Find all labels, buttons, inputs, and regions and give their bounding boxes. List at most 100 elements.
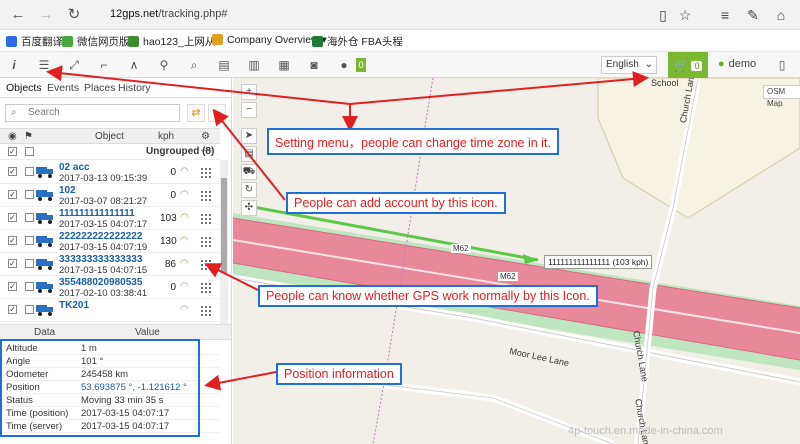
object-name: 333333333333333 xyxy=(59,254,143,265)
truck-icon xyxy=(36,167,54,178)
object-follow-checkbox[interactable] xyxy=(25,213,34,222)
object-follow-checkbox[interactable] xyxy=(25,282,34,291)
company-icon xyxy=(212,34,223,45)
group-visible-checkbox[interactable]: ✓ xyxy=(8,147,17,156)
scrollbar-thumb[interactable] xyxy=(221,178,227,273)
settings-sliders-icon[interactable]: ☰ xyxy=(34,55,54,75)
report-icon[interactable]: ▤ xyxy=(214,55,234,75)
tab-events[interactable]: Events xyxy=(47,82,79,94)
object-menu-icon[interactable] xyxy=(200,236,211,247)
object-visible-checkbox[interactable]: ✓ xyxy=(8,167,17,176)
object-row[interactable]: ✓ 222222222222222 2017-03-15 04:07:19 130 ◠ xyxy=(0,230,220,253)
object-row[interactable]: ✓ 102 2017-03-07 08:21:27 0 ◠ xyxy=(0,184,220,207)
object-name: TK201 xyxy=(59,300,90,311)
group-toggle[interactable]: — xyxy=(201,145,211,156)
visibility-eye-icon[interactable]: ◉ xyxy=(8,131,17,142)
object-row[interactable]: ✓ TK201 ◠ xyxy=(0,299,220,322)
route-icon[interactable]: ∧ xyxy=(124,55,144,75)
object-follow-checkbox[interactable] xyxy=(25,190,34,199)
fullscreen-icon[interactable]: ⤢ xyxy=(64,55,84,75)
watermark: 4p-touch.en.made-in-china.com xyxy=(568,425,723,437)
note-icon[interactable]: ✎ xyxy=(744,6,762,24)
road-button[interactable]: ⛟ xyxy=(241,164,257,180)
group-row[interactable]: ✓ Ungrouped (8) — xyxy=(0,144,220,160)
crosshair-button[interactable]: ✣ xyxy=(241,200,257,216)
object-name: 222222222222222 xyxy=(59,231,143,242)
group-follow-checkbox[interactable] xyxy=(25,147,34,156)
object-row[interactable]: ✓ 02 acc 2017-03-13 09:15:39 0 ◠ xyxy=(0,161,220,184)
mobile-icon[interactable]: ▯ xyxy=(772,55,792,75)
send-command-button[interactable]: ➤ xyxy=(208,104,226,122)
gps-signal-icon: ◠ xyxy=(180,258,189,269)
layers-button[interactable]: ▤ xyxy=(241,146,257,162)
add-account-button[interactable]: ⇄ xyxy=(187,104,205,122)
favorite-star-icon[interactable]: ☆ xyxy=(676,6,694,24)
object-menu-icon[interactable] xyxy=(200,190,211,201)
tab-history[interactable]: History xyxy=(118,82,151,94)
camera-icon[interactable]: ◙ xyxy=(304,55,324,75)
chevron-down-icon: ⌄ xyxy=(644,59,653,70)
search-input[interactable]: ⌕ Search xyxy=(5,104,180,122)
address-bar[interactable]: 12gps.net/tracking.php# xyxy=(110,8,227,20)
user-icon: ● xyxy=(718,58,725,70)
calendar-icon[interactable]: ▦ xyxy=(274,55,294,75)
object-menu-icon[interactable] xyxy=(200,282,211,293)
place-marker-icon[interactable]: ⚲ xyxy=(154,55,174,75)
url-path: /tracking.php# xyxy=(158,8,228,20)
bookmark-company-overview[interactable]: Company Overview ▾ xyxy=(212,34,327,46)
object-visible-checkbox[interactable]: ✓ xyxy=(8,282,17,291)
object-row[interactable]: ✓ 355488020980535 2017-02-10 03:38:41 0 ◠ xyxy=(0,276,220,299)
language-select[interactable]: English ⌄ xyxy=(601,56,657,74)
gps-signal-icon: ◠ xyxy=(180,212,189,223)
tab-objects[interactable]: Objects xyxy=(6,82,42,94)
user-menu[interactable]: ● demo xyxy=(718,58,756,70)
search-icon[interactable]: ⌕ xyxy=(184,55,204,75)
object-follow-checkbox[interactable] xyxy=(25,259,34,268)
object-follow-checkbox[interactable] xyxy=(25,236,34,245)
bookmark-baidu[interactable]: 百度翻译 xyxy=(6,34,63,49)
object-name: 355488020980535 xyxy=(59,277,143,288)
object-visible-checkbox[interactable]: ✓ xyxy=(8,236,17,245)
share-icon[interactable]: ⌂ xyxy=(772,6,790,24)
vehicle-map-label[interactable]: 111111111111111 (103 kph) xyxy=(544,255,653,269)
wechat-icon xyxy=(62,36,73,47)
hub-icon[interactable]: ≡ xyxy=(716,6,734,24)
object-row[interactable]: ✓ 111111111111111 2017-03-15 04:07:17 103 ◠ xyxy=(0,207,220,230)
locate-button[interactable]: ➤ xyxy=(241,128,257,144)
object-menu-icon[interactable] xyxy=(200,213,211,224)
refresh-map-button[interactable]: ↻ xyxy=(241,182,257,198)
zoom-out-button[interactable]: − xyxy=(241,102,257,118)
info-icon[interactable]: i xyxy=(4,55,24,75)
object-menu-icon[interactable] xyxy=(200,259,211,270)
gps-signal-icon: ◠ xyxy=(180,166,189,177)
chart-icon[interactable]: ▥ xyxy=(244,55,264,75)
object-menu-icon[interactable] xyxy=(200,167,211,178)
bookmark-wechat[interactable]: 微信网页版 xyxy=(62,34,130,49)
cart-button[interactable]: 🛒 0 xyxy=(668,52,708,78)
header-settings-icon[interactable]: ⚙ xyxy=(201,131,210,142)
object-visible-checkbox[interactable]: ✓ xyxy=(8,213,17,222)
object-follow-checkbox[interactable] xyxy=(25,167,34,176)
object-visible-checkbox[interactable]: ✓ xyxy=(8,259,17,268)
bookmark-fba[interactable]: 海外仓 FBA头程 xyxy=(312,34,403,49)
map-layer-select[interactable]: OSM Map xyxy=(763,85,800,108)
refresh-icon[interactable]: ↻ xyxy=(64,5,84,25)
object-follow-checkbox[interactable] xyxy=(25,305,34,314)
annotation-add-account: People can add account by this icon. xyxy=(286,192,506,214)
zoom-in-button[interactable]: + xyxy=(241,84,257,100)
object-menu-icon[interactable] xyxy=(200,305,211,316)
chat-icon[interactable]: ● xyxy=(334,55,354,75)
forward-icon[interactable]: → xyxy=(36,5,56,25)
object-row[interactable]: ✓ 333333333333333 2017-03-15 04:07:15 86 ◠ xyxy=(0,253,220,276)
ruler-icon[interactable]: ⌐ xyxy=(94,55,114,75)
object-time: 2017-03-15 04:07:15 xyxy=(59,265,148,276)
tab-places[interactable]: Places xyxy=(84,82,116,94)
object-visible-checkbox[interactable]: ✓ xyxy=(8,305,17,314)
back-icon[interactable]: ← xyxy=(8,5,28,25)
object-visible-checkbox[interactable]: ✓ xyxy=(8,190,17,199)
follow-icon[interactable]: ⚑ xyxy=(24,131,33,142)
baidu-icon xyxy=(6,36,17,47)
bookmark-hao123[interactable]: hao123_上网从 xyxy=(128,34,215,49)
bookmarks-bar: 百度翻译 微信网页版 hao123_上网从 Company Overview ▾… xyxy=(0,30,800,52)
reading-view-icon[interactable]: ▯ xyxy=(654,6,672,24)
